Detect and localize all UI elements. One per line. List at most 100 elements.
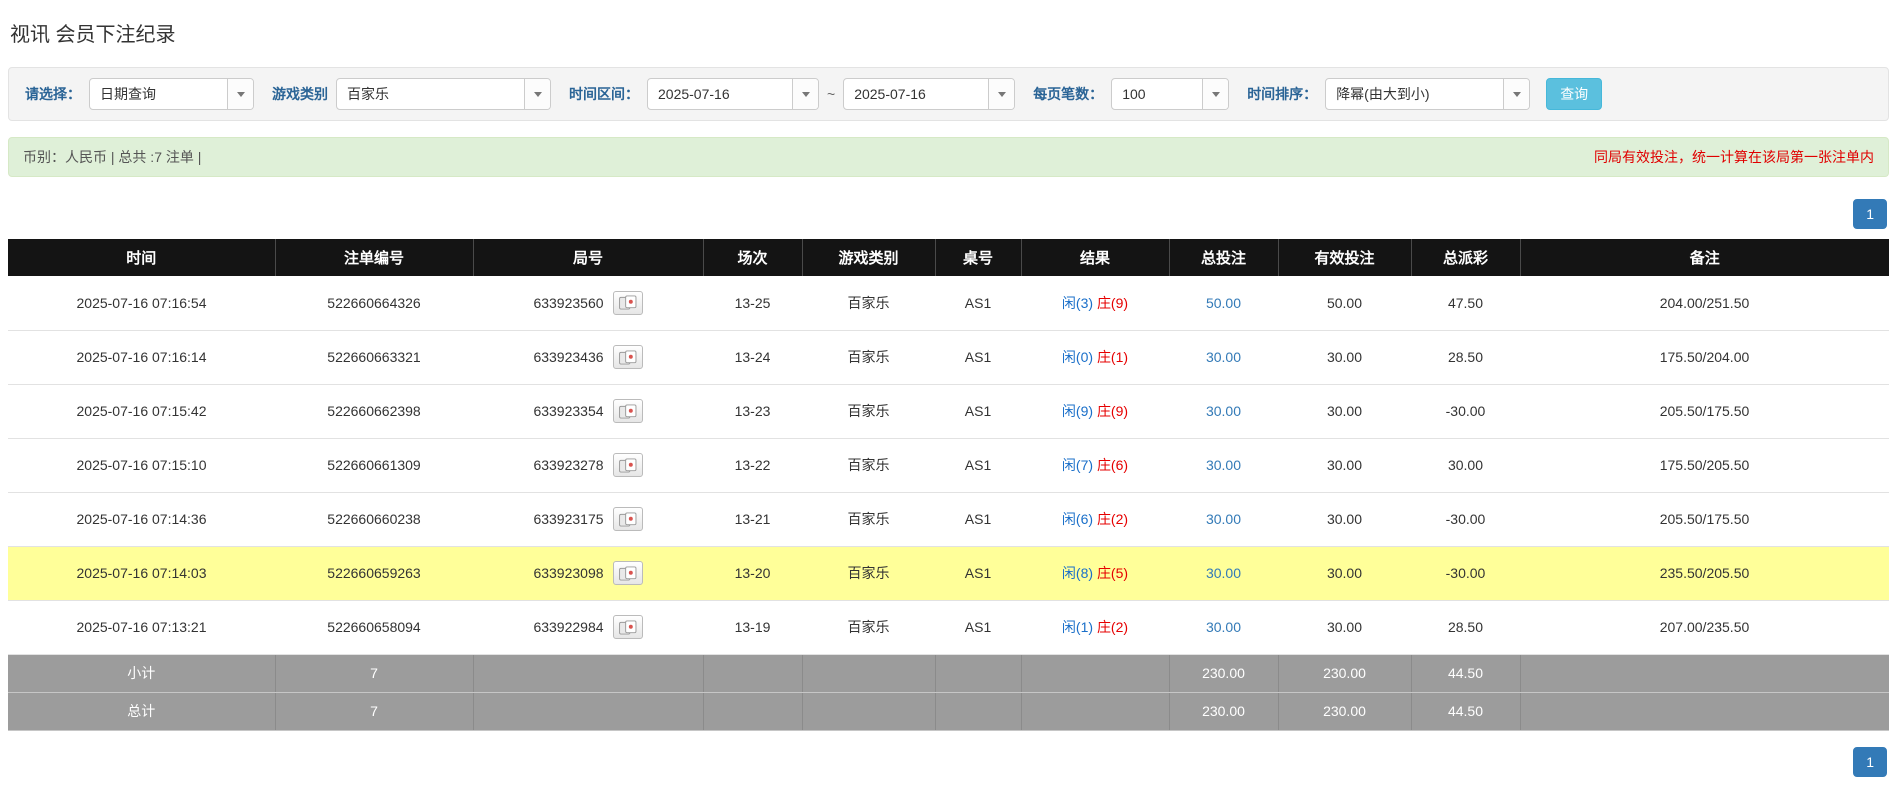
player-result: 闲(1) <box>1062 619 1093 635</box>
note-cell: 207.00/235.50 <box>1520 600 1889 654</box>
payout-cell: -30.00 <box>1411 492 1520 546</box>
result-cell: 闲(3) 庄(9) <box>1021 276 1169 330</box>
table-no-cell: AS1 <box>935 276 1021 330</box>
round-cell: 633923354 <box>473 384 703 438</box>
total-bet-link[interactable]: 30.00 <box>1206 511 1241 527</box>
total-bet-link[interactable]: 30.00 <box>1206 349 1241 365</box>
footer-empty-cell <box>1520 692 1889 730</box>
table-no-cell: AS1 <box>935 438 1021 492</box>
round-detail-button[interactable] <box>613 615 643 639</box>
footer-empty-cell <box>703 654 802 692</box>
round-detail-button[interactable] <box>613 345 643 369</box>
banker-result: 庄(2) <box>1097 619 1128 635</box>
time-cell: 2025-07-16 07:14:36 <box>8 492 275 546</box>
time-cell: 2025-07-16 07:16:54 <box>8 276 275 330</box>
round-cell: 633922984 <box>473 600 703 654</box>
cards-icon <box>618 566 638 581</box>
pagination-page-button[interactable]: 1 <box>1853 199 1887 229</box>
time-cell: 2025-07-16 07:16:14 <box>8 330 275 384</box>
search-button[interactable]: 查询 <box>1546 78 1602 110</box>
page-size-value: 100 <box>1112 79 1202 109</box>
table-no-cell: AS1 <box>935 492 1021 546</box>
time-cell: 2025-07-16 07:15:42 <box>8 384 275 438</box>
query-type-value: 日期查询 <box>90 79 227 109</box>
summary-currency-total: 币别：人民币 | 总共 :7 注单 | <box>23 147 201 167</box>
player-result: 闲(0) <box>1062 349 1093 365</box>
round-number: 633922984 <box>533 619 603 635</box>
payout-cell: -30.00 <box>1411 384 1520 438</box>
game-type-cell: 百家乐 <box>802 330 935 384</box>
page-size-label: 每页笔数： <box>1033 84 1103 104</box>
table-footer-row: 总计7230.00230.0044.50 <box>8 692 1889 730</box>
date-range-separator: ~ <box>827 86 835 102</box>
total-bet-link[interactable]: 30.00 <box>1206 565 1241 581</box>
time-cell: 2025-07-16 07:14:03 <box>8 546 275 600</box>
bet-id-cell: 522660660238 <box>275 492 473 546</box>
page: 视讯 会员下注纪录 请选择： 日期查询 游戏类别 百家乐 时间区间： 2025-… <box>0 0 1897 789</box>
footer-valid-bet: 230.00 <box>1278 654 1411 692</box>
footer-valid-bet: 230.00 <box>1278 692 1411 730</box>
page-size-select[interactable]: 100 <box>1111 78 1229 110</box>
round-detail-button[interactable] <box>613 399 643 423</box>
table-header-row: 时间注单编号局号场次游戏类别桌号结果总投注有效投注总派彩备注 <box>8 239 1889 276</box>
date-to-input[interactable]: 2025-07-16 <box>843 78 1015 110</box>
table-row: 2025-07-16 07:15:42522660662398633923354… <box>8 384 1889 438</box>
payout-cell: 28.50 <box>1411 330 1520 384</box>
round-number: 633923278 <box>533 457 603 473</box>
round-detail-button[interactable] <box>613 453 643 477</box>
round-cell: 633923560 <box>473 276 703 330</box>
cards-icon <box>618 404 638 419</box>
chevron-down-icon[interactable] <box>1202 79 1228 109</box>
game-type-select[interactable]: 百家乐 <box>336 78 551 110</box>
chevron-down-icon[interactable] <box>227 79 253 109</box>
chevron-down-icon[interactable] <box>988 79 1014 109</box>
pagination-page-button[interactable]: 1 <box>1853 747 1887 777</box>
result-cell: 闲(8) 庄(5) <box>1021 546 1169 600</box>
round-detail-button[interactable] <box>613 507 643 531</box>
column-header: 注单编号 <box>275 239 473 276</box>
banker-result: 庄(5) <box>1097 565 1128 581</box>
time-cell: 2025-07-16 07:13:21 <box>8 600 275 654</box>
footer-payout: 44.50 <box>1411 692 1520 730</box>
bet-id-cell: 522660661309 <box>275 438 473 492</box>
cards-icon <box>618 350 638 365</box>
total-bet-cell: 30.00 <box>1169 330 1278 384</box>
pagination-bottom: 1 <box>10 747 1887 777</box>
player-result: 闲(6) <box>1062 511 1093 527</box>
query-type-select[interactable]: 日期查询 <box>89 78 254 110</box>
round-number: 633923175 <box>533 511 603 527</box>
chevron-down-icon[interactable] <box>1503 79 1529 109</box>
table-no-cell: AS1 <box>935 330 1021 384</box>
select-label: 请选择： <box>25 84 81 104</box>
valid-bet-cell: 30.00 <box>1278 384 1411 438</box>
total-bet-link[interactable]: 30.00 <box>1206 619 1241 635</box>
bet-id-cell: 522660663321 <box>275 330 473 384</box>
round-detail-button[interactable] <box>613 291 643 315</box>
time-sort-select[interactable]: 降幂(由大到小) <box>1325 78 1530 110</box>
note-cell: 235.50/205.50 <box>1520 546 1889 600</box>
game-type-cell: 百家乐 <box>802 546 935 600</box>
chevron-down-icon[interactable] <box>792 79 818 109</box>
date-from-value: 2025-07-16 <box>648 79 792 109</box>
date-from-input[interactable]: 2025-07-16 <box>647 78 819 110</box>
total-bet-cell: 30.00 <box>1169 600 1278 654</box>
game-type-label: 游戏类别 <box>272 84 328 104</box>
footer-empty-cell <box>1021 692 1169 730</box>
total-bet-cell: 30.00 <box>1169 438 1278 492</box>
bet-id-cell: 522660664326 <box>275 276 473 330</box>
round-number: 633923436 <box>533 349 603 365</box>
round-number: 633923560 <box>533 295 603 311</box>
chevron-down-icon[interactable] <box>524 79 550 109</box>
total-bet-link[interactable]: 30.00 <box>1206 457 1241 473</box>
footer-empty-cell <box>802 692 935 730</box>
round-detail-button[interactable] <box>613 561 643 585</box>
total-bet-link[interactable]: 50.00 <box>1206 295 1241 311</box>
valid-bet-cell: 50.00 <box>1278 276 1411 330</box>
page-title: 视讯 会员下注纪录 <box>8 10 1889 67</box>
column-header: 时间 <box>8 239 275 276</box>
session-cell: 13-25 <box>703 276 802 330</box>
table-row: 2025-07-16 07:14:03522660659263633923098… <box>8 546 1889 600</box>
column-header: 桌号 <box>935 239 1021 276</box>
total-bet-link[interactable]: 30.00 <box>1206 403 1241 419</box>
game-type-cell: 百家乐 <box>802 492 935 546</box>
